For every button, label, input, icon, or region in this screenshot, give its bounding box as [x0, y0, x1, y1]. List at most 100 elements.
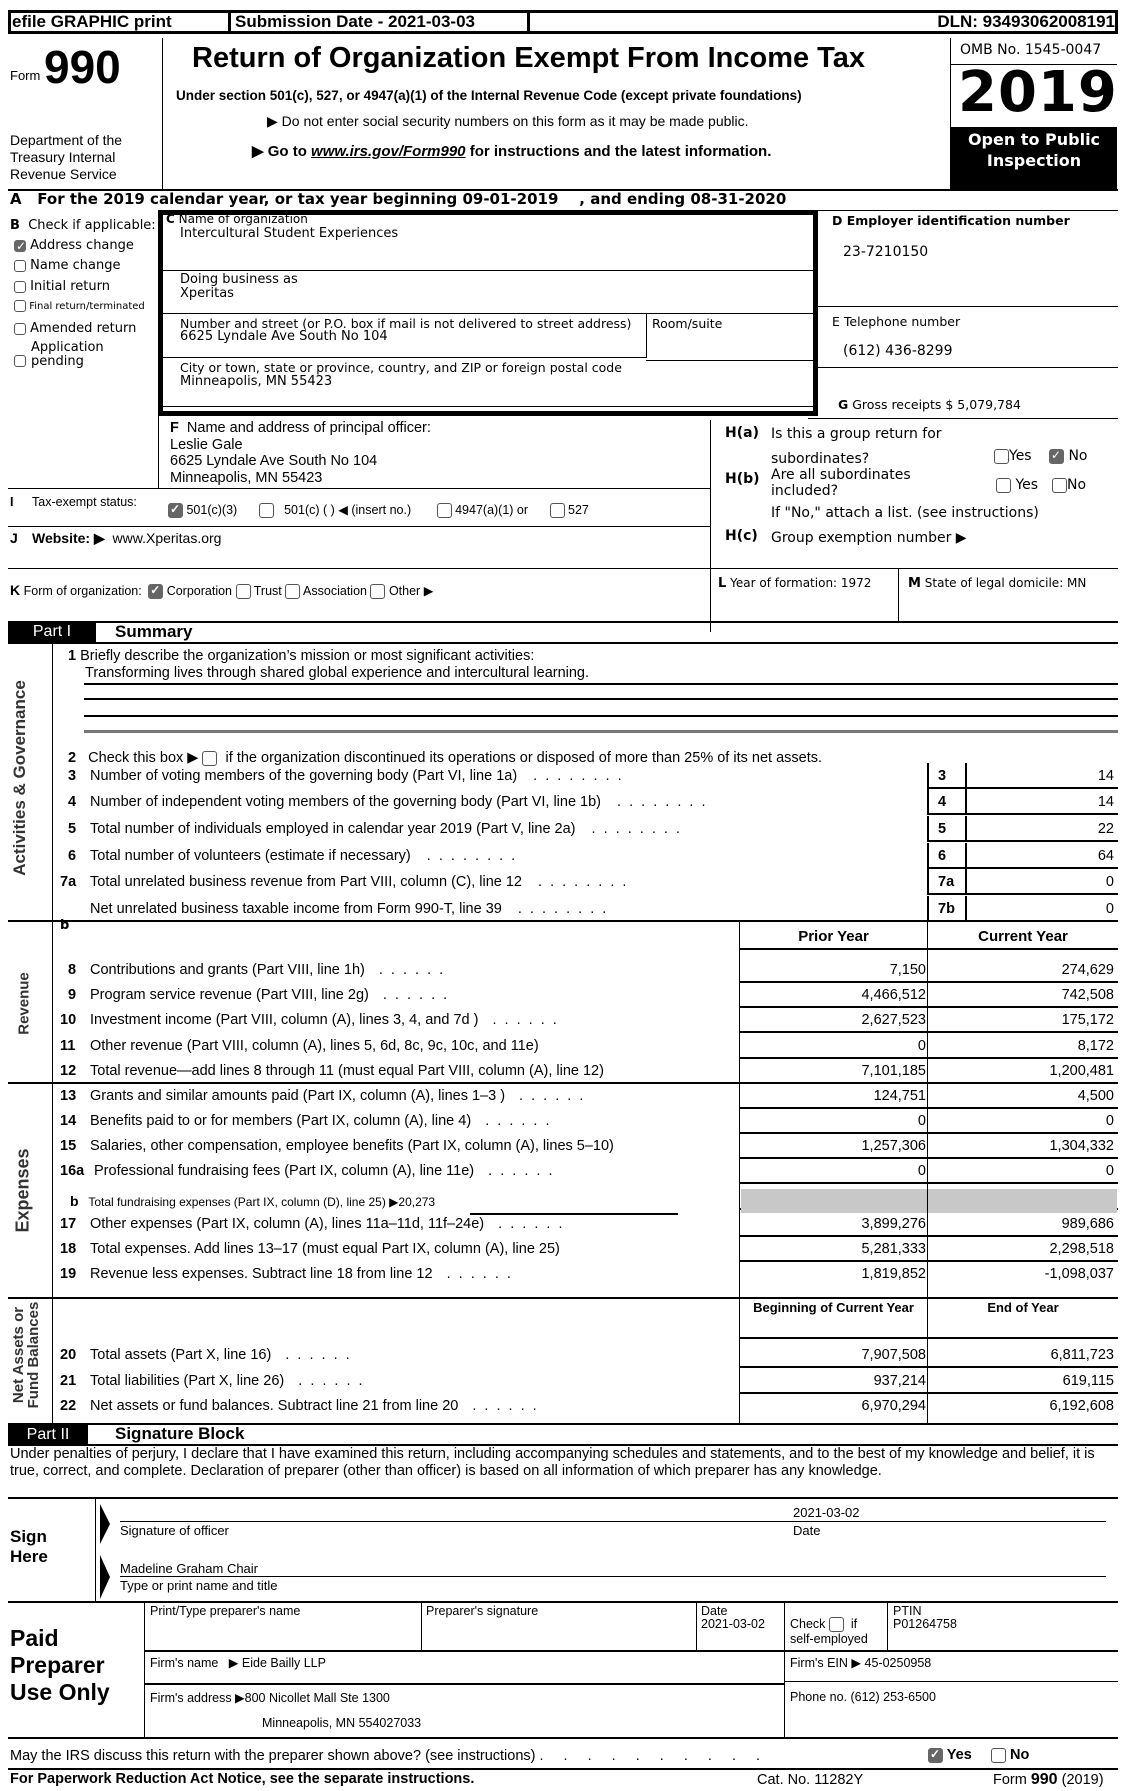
cat-number: Cat. No. 11282Y [757, 1772, 864, 1788]
line-label-text: Investment income (Part VIII, column (A)… [90, 1012, 479, 1028]
line-box-divider [927, 763, 929, 789]
form-footer-label: Form 990 (2019) [993, 1771, 1104, 1789]
line-label: Professional fundraising fees (Part IX, … [94, 1163, 554, 1179]
checkbox-icon [1049, 448, 1064, 464]
website-value[interactable]: www.Xperitas.org [113, 530, 222, 546]
option-trust[interactable]: Trust [235, 584, 282, 600]
col-divider-1 [739, 921, 740, 1423]
hb-yes-option[interactable]: Yes [996, 477, 1038, 493]
divider [784, 1681, 1118, 1682]
row-divider [927, 867, 1118, 869]
row-divider [927, 813, 1118, 815]
prior-year-value: 4,466,512 [861, 987, 926, 1003]
part1-title: Summary [115, 622, 193, 641]
leader-dots: . . . . . . [479, 1113, 552, 1129]
divider [8, 526, 710, 527]
option-corporation[interactable]: Corporation [148, 583, 232, 600]
discuss-yes-option[interactable]: Yes [928, 1747, 972, 1763]
line-label: Total number of volunteers (estimate if … [90, 848, 517, 864]
line-16b: b Total fundraising expenses (Part IX, c… [70, 1193, 435, 1209]
line-box-divider [965, 763, 967, 789]
line-value: 0 [1105, 874, 1114, 890]
hb-no-option[interactable]: No [1052, 477, 1086, 493]
checkbox-application-pending[interactable]: Application pending [14, 339, 164, 369]
discontinued-checkbox[interactable] [202, 750, 218, 766]
checkbox-final-return[interactable]: Final return/terminated [14, 300, 164, 321]
discuss-no-option[interactable]: No [991, 1747, 1029, 1763]
row-divider [739, 1031, 1118, 1033]
option-527[interactable]: 527 [549, 503, 589, 519]
ha-no-option[interactable]: No [1049, 448, 1088, 464]
line-number: 6 [68, 848, 77, 864]
current-year-value: 742,508 [1061, 987, 1114, 1003]
checkbox-icon [168, 502, 183, 519]
checkbox-icon [549, 503, 565, 519]
firm-name-label: Firm's name ▶ [150, 1656, 239, 1670]
mission-statement: Transforming lives through shared global… [85, 665, 590, 681]
checkbox-amended-return[interactable]: Amended return [14, 321, 164, 339]
principal-officer: F Name and address of principal officer:… [170, 420, 431, 486]
name-title-line [120, 1576, 1106, 1577]
label: Final return/terminated [29, 301, 145, 312]
line2-suffix: if the organization discontinued its ope… [225, 750, 823, 766]
label: Yes [1009, 448, 1032, 464]
self-employed-label: self-employed [790, 1632, 868, 1647]
leader-dots: . . . . . . . . [420, 848, 518, 864]
ha-yes-option[interactable]: Yes [994, 448, 1032, 464]
option-association[interactable]: Association [285, 584, 367, 600]
l-letter: L [718, 576, 727, 591]
checkbox-initial-return[interactable]: Initial return [14, 279, 164, 300]
row-divider [739, 1260, 1118, 1262]
self-employed-check[interactable]: Check if self-employed [790, 1617, 868, 1647]
label: Trust [253, 584, 282, 598]
city-value: Minneapolis, MN 55423 [180, 374, 333, 389]
checkbox-icon [235, 584, 251, 600]
g-letter: G [838, 397, 849, 412]
label: Initial return [30, 279, 110, 294]
state-domicile: M State of legal domicile: MN [908, 576, 1086, 591]
option-501c3[interactable]: 501(c)(3) [168, 502, 237, 519]
date-label: Date [793, 1523, 821, 1538]
option-501c[interactable]: 501(c) ( ) ◀ (insert no.) [258, 503, 411, 519]
option-4947a1[interactable]: 4947(a)(1) or [436, 503, 528, 519]
signature-line [120, 1521, 1106, 1522]
ein-label: D Employer identification number [832, 213, 1070, 228]
fh-divider [710, 420, 711, 632]
row-divider [927, 787, 1118, 789]
ha-label: H(a) [725, 425, 759, 441]
row-divider [739, 1182, 1118, 1184]
row-divider [739, 1006, 1118, 1008]
hb-text: Are all subordinates included? [771, 467, 911, 499]
irs-link[interactable]: www.irs.gov/Form990 [311, 143, 466, 160]
mission-line [84, 683, 1118, 685]
side-label-revenue: Revenue [15, 972, 33, 1035]
org-name: Intercultural Student Experiences [180, 226, 399, 241]
row-divider [927, 840, 1118, 842]
col-begin-year: Beginning of Current Year [753, 1300, 914, 1315]
hb-text1: Are all subordinates [771, 467, 911, 483]
line-number: 18 [60, 1241, 77, 1257]
checkbox-icon [14, 300, 26, 312]
current-year-value: -1,098,037 [1044, 1266, 1114, 1282]
option-other[interactable]: Other ▶ [370, 584, 433, 600]
divider [163, 313, 813, 314]
checkbox-icon [14, 239, 26, 253]
checkbox-name-change[interactable]: Name change [14, 258, 164, 279]
checkbox-address-change[interactable]: Address change [14, 238, 164, 258]
checkbox-icon [991, 1747, 1006, 1763]
leader-dots: . . . . . . [482, 1163, 555, 1179]
revenue-top-line [8, 920, 1118, 922]
line-number: 15 [60, 1138, 77, 1154]
line-label: Total unrelated business revenue from Pa… [90, 874, 628, 890]
line-label-text: Total liabilities (Part X, line 26) [90, 1373, 285, 1389]
form-number: 990 [1030, 1771, 1058, 1788]
line-number: 5 [68, 821, 77, 837]
current-year-value: 1,200,481 [1049, 1063, 1114, 1079]
line2: 2 Check this box ▶ if the organization d… [68, 750, 822, 766]
current-year-value: 0 [1105, 1113, 1114, 1129]
prior-year-value: 124,751 [873, 1088, 926, 1104]
signature-label[interactable]: Signature of officer [120, 1523, 229, 1538]
row-divider [739, 1235, 1118, 1237]
leader-dots: . . . . . . [279, 1347, 352, 1363]
firm-ein-row: Firm's EIN ▶ 45-0250958 [790, 1655, 931, 1670]
